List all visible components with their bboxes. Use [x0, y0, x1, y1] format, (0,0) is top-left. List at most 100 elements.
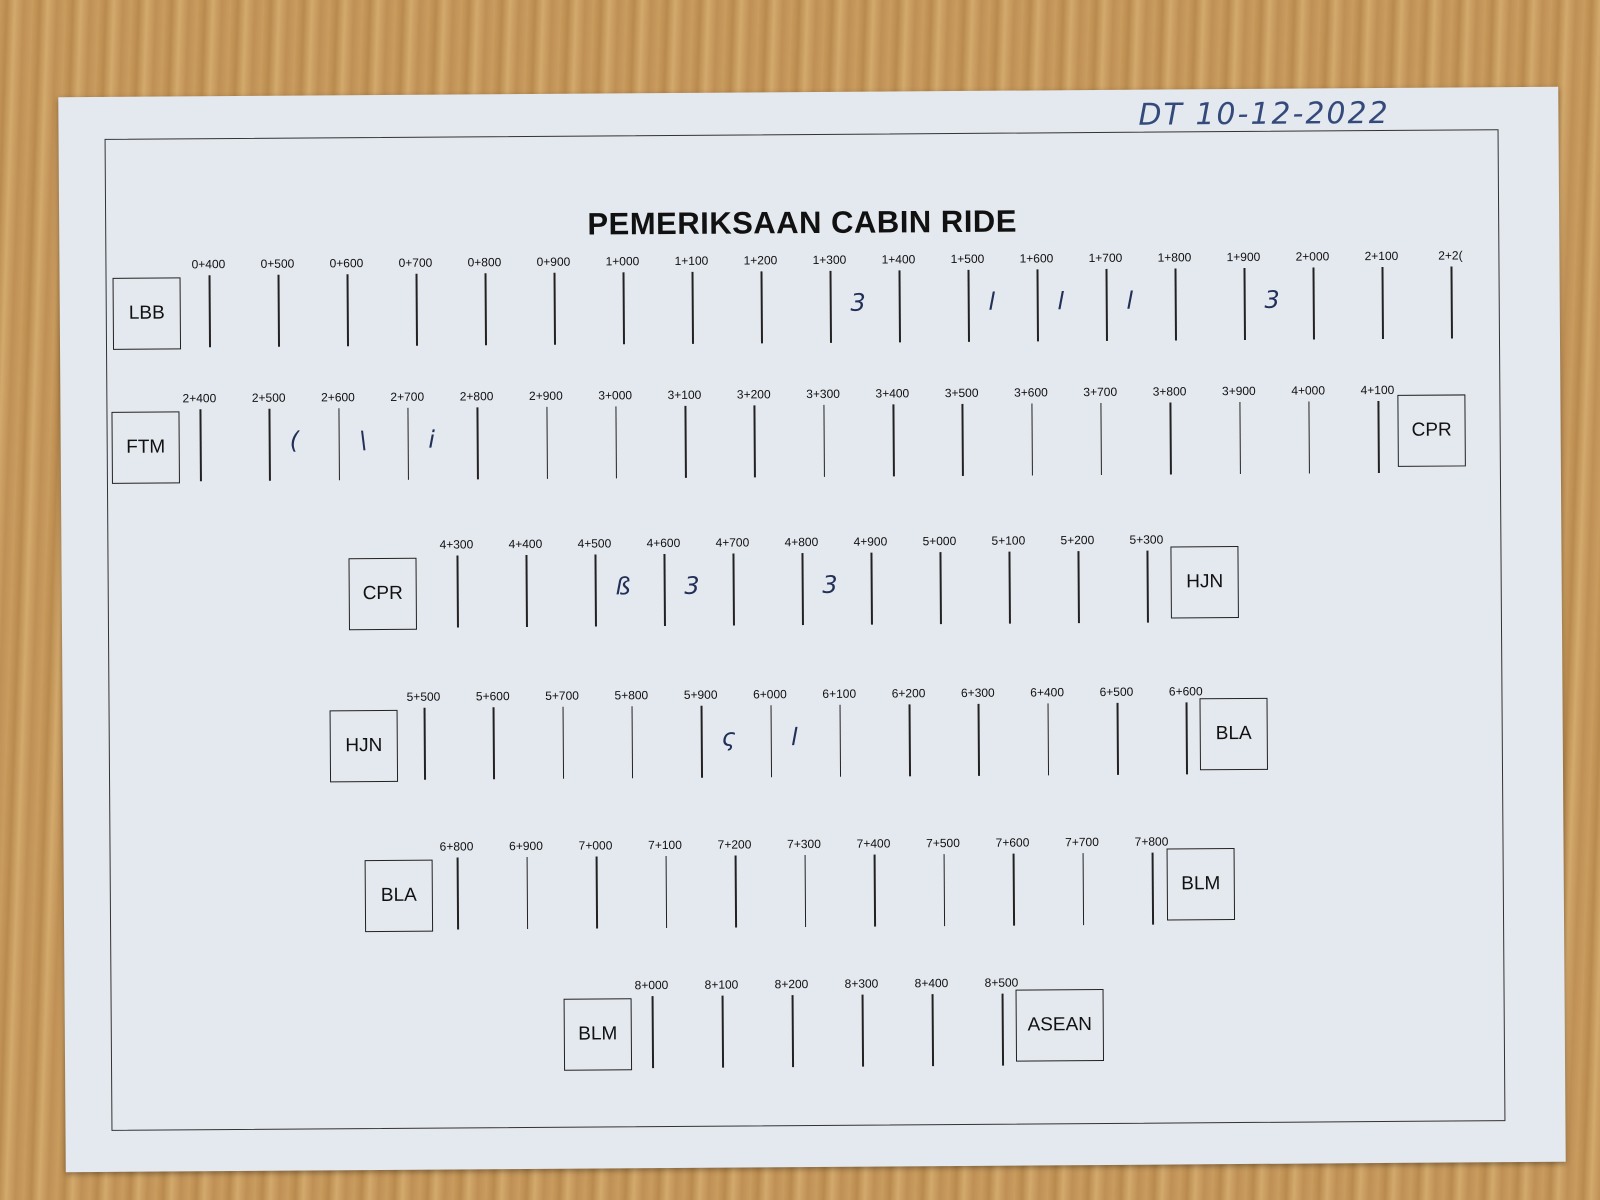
km-label: 2+700	[390, 389, 425, 404]
km-tick	[870, 552, 873, 625]
km-label: 4+100	[1360, 382, 1395, 398]
handwritten-mark: 3	[684, 571, 700, 600]
km-label: 3+700	[1083, 384, 1118, 400]
km-tick	[407, 407, 410, 480]
km-label: 3+500	[944, 385, 979, 401]
km-label: 3+900	[1221, 383, 1256, 399]
km-label: 3+000	[598, 388, 633, 403]
km-label: 1+300	[812, 252, 847, 267]
km-label: 3+200	[736, 387, 771, 402]
handwritten-mark: l	[790, 723, 798, 752]
km-label: 5+300	[1129, 532, 1164, 547]
km-tick	[801, 553, 804, 626]
km-label: 2+900	[528, 388, 563, 403]
km-tick	[663, 554, 666, 627]
handwritten-mark: l	[1057, 287, 1065, 316]
km-label: 8+500	[984, 975, 1019, 990]
km-label: 1+800	[1157, 250, 1192, 265]
km-label: 0+500	[260, 256, 295, 271]
km-label: 2+100	[1364, 248, 1399, 264]
km-tick	[199, 409, 202, 482]
handwritten-mark: 3	[822, 570, 838, 599]
km-label: 4+700	[715, 535, 750, 550]
km-tick	[1008, 551, 1011, 624]
km-label: 1+200	[743, 253, 778, 268]
station-box-end: BLM	[1166, 848, 1236, 921]
station-box-start: HJN	[329, 709, 399, 783]
km-tick	[691, 271, 694, 344]
km-label: 7+100	[648, 837, 682, 853]
km-label: 6+900	[509, 838, 543, 854]
km-label: 5+000	[922, 533, 957, 549]
km-tick	[346, 274, 349, 347]
handwritten-mark: (	[289, 426, 300, 455]
kilometer-rows: LBB 0+400 0+500 0+600 0+700 0+800 0+900 1+000 1+…	[106, 130, 1498, 1071]
km-label: 8+300	[844, 976, 879, 991]
km-tick	[1082, 853, 1085, 926]
km-label: 4+900	[853, 534, 888, 549]
km-label: 7+800	[1134, 834, 1169, 849]
km-tick	[562, 706, 565, 779]
km-label: 6+600	[1168, 684, 1203, 699]
km-label: 6+500	[1099, 684, 1134, 699]
km-tick	[1243, 267, 1246, 340]
km-label: 7+600	[995, 835, 1030, 850]
km-tick	[804, 855, 807, 928]
km-tick	[721, 995, 724, 1068]
km-label: 3+100	[667, 387, 702, 403]
km-label: 6+200	[891, 686, 926, 701]
km-tick	[268, 408, 271, 481]
km-label: 8+400	[914, 976, 949, 991]
station-box-end: ASEAN	[1015, 988, 1105, 1062]
km-tick	[631, 706, 634, 779]
km-label: 0+900	[536, 254, 571, 269]
station-box-end: BLA	[1199, 697, 1268, 771]
km-tick	[939, 552, 942, 625]
km-label: 5+800	[614, 688, 649, 703]
km-tick	[684, 405, 687, 478]
km-tick	[839, 704, 842, 777]
km-tick	[1100, 402, 1103, 475]
km-label: 5+700	[545, 688, 579, 703]
km-tick	[898, 270, 901, 343]
km-tick	[1012, 853, 1015, 926]
km-label: 7+300	[787, 836, 821, 852]
km-tick	[415, 273, 418, 346]
km-label: 2+000	[1295, 249, 1330, 264]
km-tick	[791, 995, 794, 1068]
km-tick	[208, 275, 211, 348]
km-row: BLA 6+800 6+900 7+000 7+100 7+200 7+300 7+400 7+…	[110, 832, 1503, 962]
station-box-start: FTM	[111, 411, 180, 484]
km-label: 1+700	[1088, 250, 1123, 266]
km-label: 2+800	[459, 389, 494, 404]
km-label: 5+200	[1060, 533, 1095, 548]
km-tick	[931, 994, 934, 1067]
km-label: 2+2(	[1438, 248, 1463, 263]
km-tick	[484, 273, 487, 346]
km-label: 7+700	[1065, 835, 1099, 850]
km-tick	[476, 407, 479, 480]
km-row: HJN 5+500 5+600 5+700 5+800 5+900 6+000 6+100 6+…	[109, 682, 1502, 812]
km-tick	[700, 705, 703, 778]
km-tick	[770, 705, 773, 778]
km-label: 2+500	[251, 390, 286, 405]
km-tick	[1238, 402, 1241, 475]
km-tick	[892, 404, 895, 477]
km-tick	[545, 406, 548, 479]
km-tick	[651, 996, 654, 1069]
km-label: 0+600	[329, 256, 364, 271]
paper-sheet: DT 10-12-2022 PEMERIKSAAN CABIN RIDE LBB…	[58, 86, 1566, 1173]
km-tick	[753, 405, 756, 478]
km-tick	[1377, 401, 1380, 474]
km-label: 0+800	[467, 255, 502, 270]
km-tick	[734, 855, 737, 928]
km-label: 6+800	[439, 839, 474, 854]
km-label: 7+500	[926, 835, 960, 851]
handwritten-mark: 3	[1264, 285, 1280, 314]
handwritten-mark: ß	[615, 572, 631, 601]
km-label: 6+000	[753, 687, 787, 702]
km-tick	[823, 404, 826, 477]
km-label: 8+100	[704, 977, 739, 992]
km-tick	[829, 270, 832, 343]
km-row: LBB 0+400 0+500 0+600 0+700 0+800 0+900 1+000 1+…	[106, 248, 1499, 378]
